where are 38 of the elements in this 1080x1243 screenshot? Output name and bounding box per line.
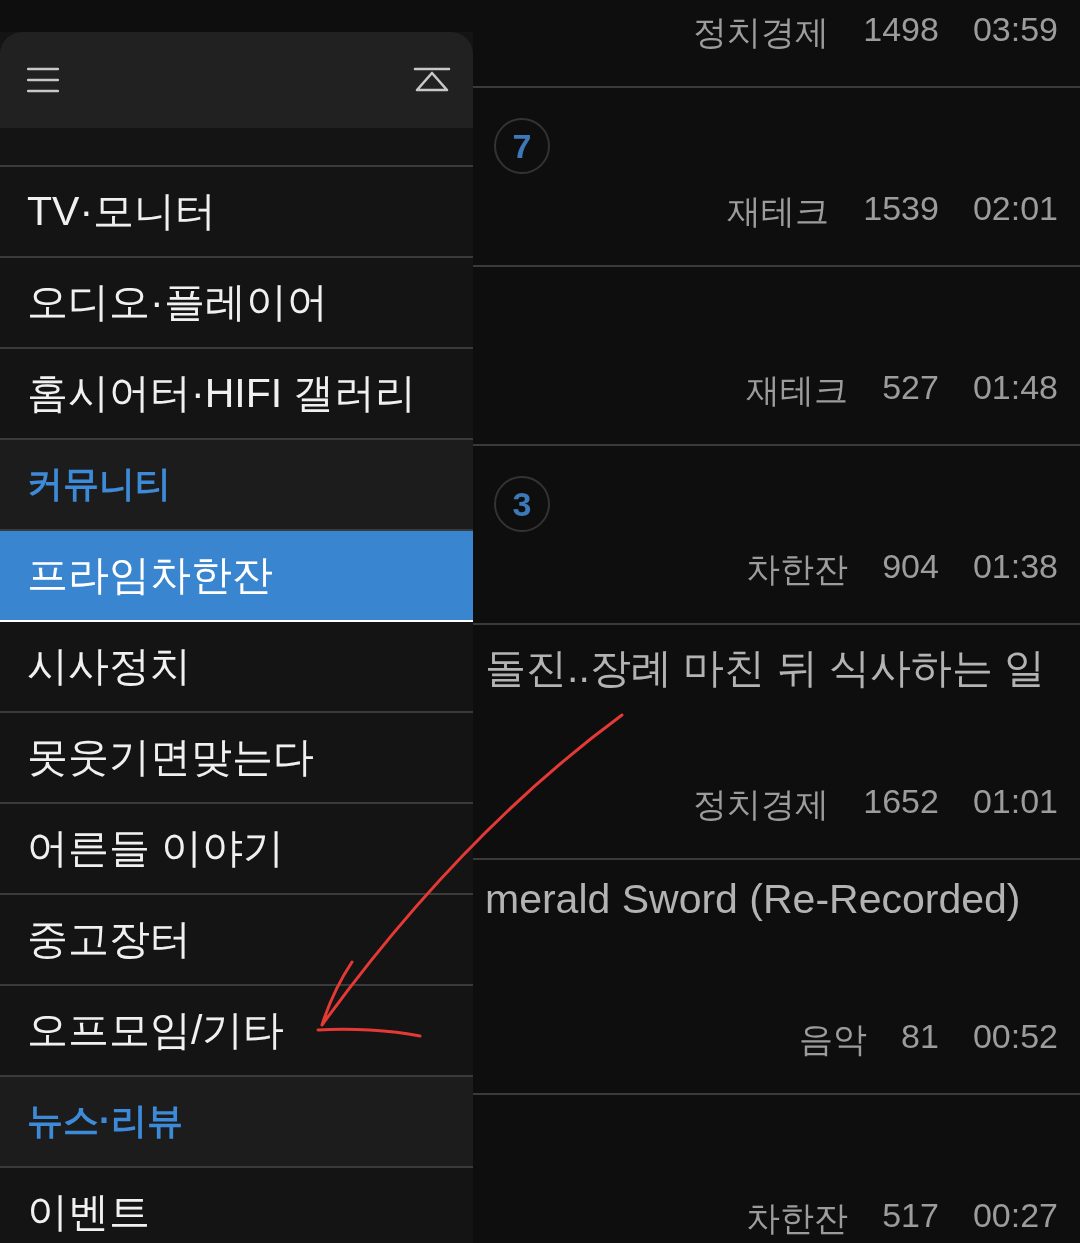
view-count: 81 [901, 1017, 939, 1057]
post-time: 01:38 [972, 547, 1058, 587]
scroll-top-icon[interactable] [413, 67, 451, 93]
menu-icon[interactable] [27, 67, 59, 93]
menu-item[interactable]: 못웃기면맞는다 [0, 713, 473, 804]
comment-count-badge: 3 [494, 476, 550, 532]
menu-item[interactable]: TV·모니터 [0, 167, 473, 258]
post-category: 정치경제 [693, 12, 830, 53]
post-row[interactable]: 정치경제 1498 03:59 [473, 0, 1080, 88]
view-count: 904 [882, 547, 939, 587]
menu-item[interactable]: 이벤트 [0, 1168, 473, 1243]
view-count: 1498 [863, 10, 939, 50]
menu-item[interactable]: 중고장터 [0, 895, 473, 986]
comment-count-badge: 7 [494, 118, 550, 174]
view-count: 527 [882, 368, 939, 408]
post-time: 00:52 [972, 1017, 1058, 1057]
menu-item[interactable]: 시사정치 [0, 622, 473, 713]
post-title: merald Sword (Re-Recorded) [485, 876, 1022, 923]
post-time: 00:27 [972, 1196, 1058, 1236]
post-category: 정치경제 [693, 784, 830, 825]
view-count: 1539 [863, 189, 939, 229]
post-category: 음악 [799, 1019, 868, 1060]
post-time: 02:01 [972, 189, 1058, 229]
menu-item[interactable]: 어른들 이야기 [0, 804, 473, 895]
post-time: 03:59 [972, 10, 1058, 50]
view-count: 517 [882, 1196, 939, 1236]
menu-section-heading: 커뮤니티 [0, 440, 473, 531]
post-category: 재테크 [746, 370, 849, 411]
post-category: 재테크 [727, 191, 830, 232]
menu-section-heading: 뉴스·리뷰 [0, 1077, 473, 1168]
menu-item[interactable]: 오디오·플레이어 [0, 258, 473, 349]
post-title: 돌진..장례 마친 뒤 식사하는 일 [485, 644, 1047, 693]
post-time: 01:48 [972, 368, 1058, 408]
menu-item[interactable]: 프라임차한잔 [0, 531, 473, 622]
post-time: 01:01 [972, 782, 1058, 822]
post-category: 차한잔 [746, 549, 849, 590]
post-category: 차한잔 [746, 1198, 849, 1239]
view-count: 1652 [863, 782, 939, 822]
